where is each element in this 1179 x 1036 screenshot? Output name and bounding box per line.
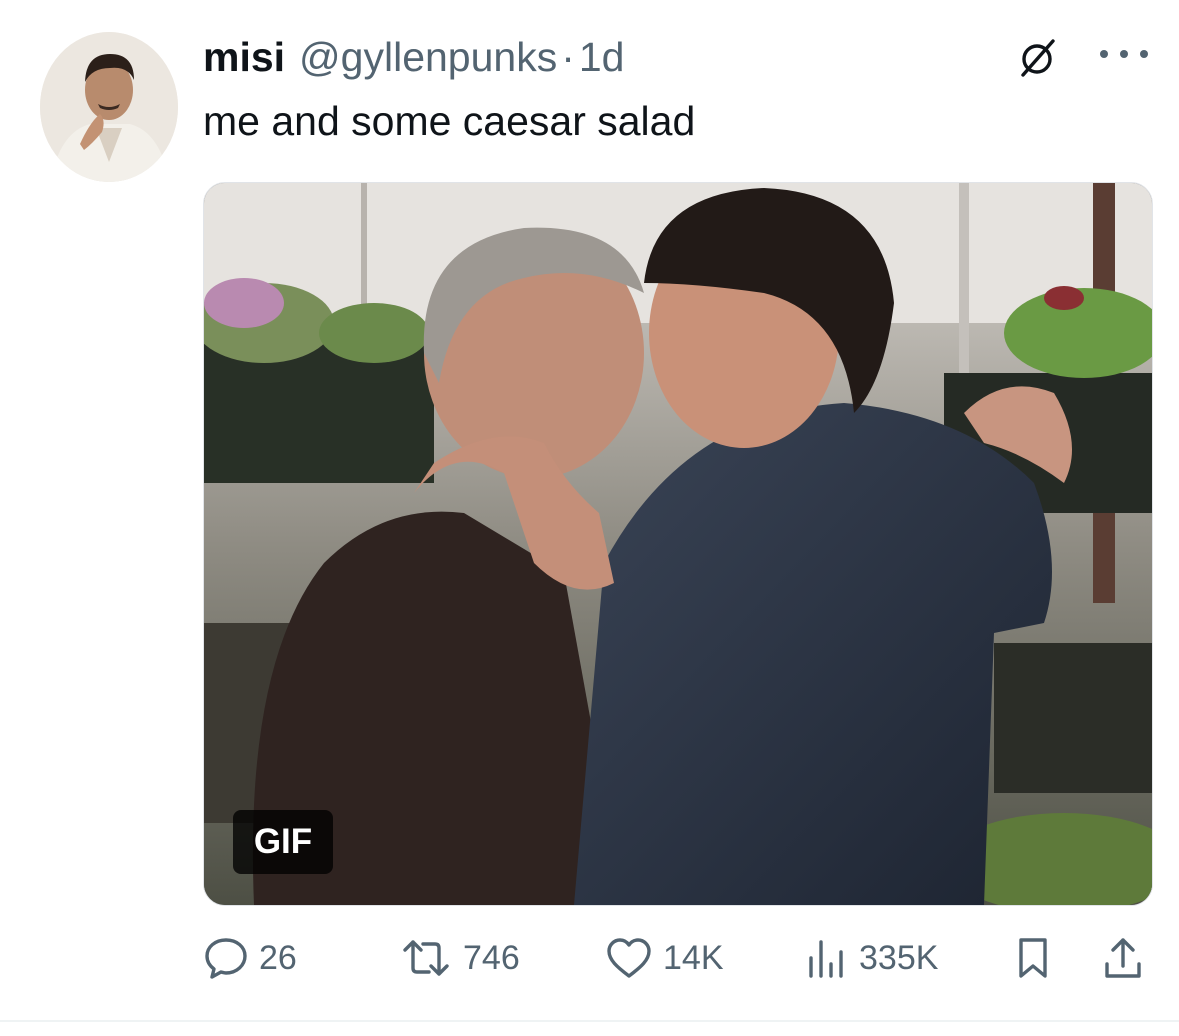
tweet-media-gif[interactable] xyxy=(203,182,1153,906)
avatar-portrait-image xyxy=(40,32,178,182)
dot xyxy=(1100,50,1108,58)
timestamp[interactable]: 1d xyxy=(579,34,625,81)
bar-chart-icon xyxy=(809,940,843,978)
dot xyxy=(1140,50,1148,58)
retweet-arrows-icon xyxy=(403,940,449,976)
bookmark-icon xyxy=(1019,938,1047,978)
like-button[interactable]: 14K xyxy=(605,932,724,984)
like-count: 14K xyxy=(663,938,724,977)
views-button[interactable]: 335K xyxy=(805,932,938,984)
author-name[interactable]: misi xyxy=(203,34,285,81)
tweet-header: misi @gyllenpunks · 1d xyxy=(203,34,624,82)
share-upload-icon xyxy=(1105,938,1141,978)
author-handle[interactable]: @gyllenpunks xyxy=(299,34,557,81)
slashed-circle-icon[interactable] xyxy=(1015,35,1059,79)
tweet-text: me and some caesar salad xyxy=(203,98,696,144)
separator-dot: · xyxy=(561,34,575,80)
speech-bubble-icon xyxy=(205,938,247,979)
more-dots-icon[interactable] xyxy=(1100,40,1148,68)
retweet-count: 746 xyxy=(463,938,520,977)
heart-icon xyxy=(607,938,651,978)
divider xyxy=(0,1020,1179,1022)
share-button[interactable] xyxy=(1101,932,1145,984)
tweet-action-bar: 26 746 14K 335K xyxy=(203,932,1151,984)
gif-frame-image xyxy=(204,183,1152,905)
reply-button[interactable]: 26 xyxy=(203,932,297,984)
retweet-button[interactable]: 746 xyxy=(399,932,520,984)
dot xyxy=(1120,50,1128,58)
gif-badge: GIF xyxy=(233,810,333,874)
views-count: 335K xyxy=(859,938,939,977)
reply-count: 26 xyxy=(259,938,297,977)
bookmark-button[interactable] xyxy=(1013,932,1053,984)
avatar[interactable] xyxy=(40,32,178,182)
